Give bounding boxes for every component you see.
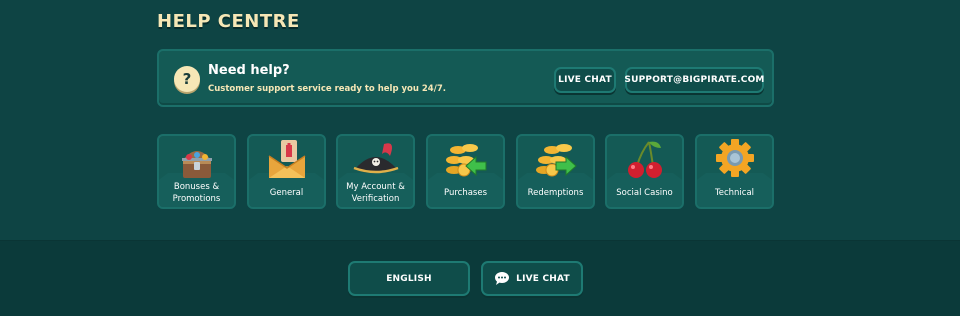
main-section: HELP CENTRE ? Need help? Customer suppor… [0, 0, 960, 240]
category-label: Technical [714, 187, 755, 198]
help-subtext: Customer support service ready to help y… [208, 84, 446, 94]
live-chat-button[interactable]: LIVE CHAT [554, 67, 616, 93]
support-email-button[interactable]: SUPPORT@BIGPIRATE.COM [624, 67, 764, 93]
category-purchases[interactable]: Purchases [426, 134, 505, 209]
coins-arrow-right-icon [535, 144, 577, 177]
category-label: My Account & Verification [346, 181, 405, 204]
footer [0, 240, 960, 316]
category-label: General [269, 187, 304, 198]
category-label: Redemptions [527, 187, 584, 198]
category-label: Bonuses & Promotions [172, 181, 221, 204]
coins-arrow-left-icon [445, 144, 486, 177]
help-heading: Need help? [208, 63, 290, 78]
category-redemptions[interactable]: Redemptions [516, 134, 595, 209]
category-my-account-verification[interactable]: My Account & Verification [336, 134, 415, 209]
help-card: ? Need help? Customer support service re… [157, 49, 774, 107]
category-bonuses-promotions[interactable]: Bonuses & Promotions [157, 134, 236, 209]
language-selector[interactable]: ENGLISH [348, 261, 470, 296]
cherries-icon [627, 141, 662, 178]
pirate-hat-icon [353, 143, 398, 174]
footer-live-chat-button[interactable]: LIVE CHAT [481, 261, 583, 296]
chat-bubble-icon [495, 272, 510, 285]
gear-icon [715, 139, 754, 177]
page-title: HELP CENTRE [157, 11, 300, 32]
category-general[interactable]: General [247, 134, 326, 209]
category-social-casino[interactable]: Social Casino [605, 134, 684, 209]
category-label: Social Casino [616, 187, 673, 198]
treasure-chest-icon [181, 151, 212, 178]
category-label: Purchases [443, 187, 488, 198]
envelope-icon [268, 140, 305, 178]
question-icon: ? [174, 66, 200, 92]
footer-live-chat-label: LIVE CHAT [516, 273, 570, 284]
category-technical[interactable]: Technical [695, 134, 774, 209]
